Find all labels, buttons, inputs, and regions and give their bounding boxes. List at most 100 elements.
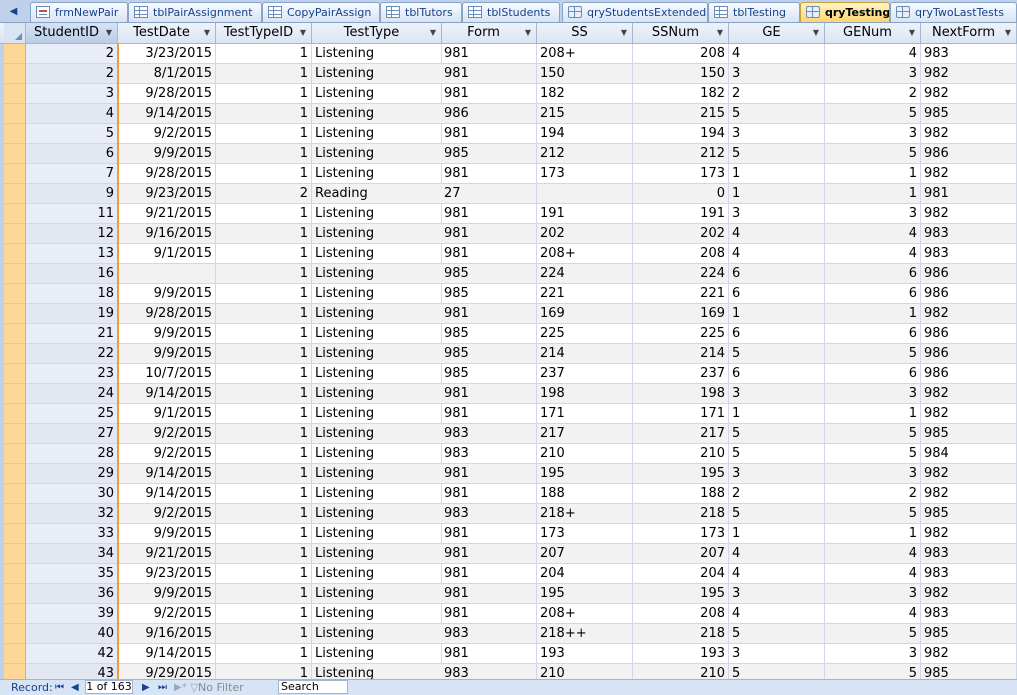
cell-ge[interactable]: 5 — [729, 424, 825, 444]
cell-studentid[interactable]: 35 — [26, 564, 118, 584]
cell-form[interactable]: 983 — [441, 664, 537, 679]
cell-nextform[interactable]: 982 — [921, 64, 1017, 84]
cell-ssnum[interactable]: 0 — [633, 184, 729, 204]
cell-studentid[interactable]: 42 — [26, 644, 118, 664]
cell-ssnum[interactable]: 207 — [633, 544, 729, 564]
cell-nextform[interactable]: 982 — [921, 84, 1017, 104]
column-header-ssnum[interactable]: SSNum ▼ — [633, 23, 729, 43]
cell-testtypeid[interactable]: 1 — [216, 464, 312, 484]
cell-testtype[interactable]: Listening — [312, 84, 442, 104]
cell-nextform[interactable]: 982 — [921, 404, 1017, 424]
cell-testtypeid[interactable]: 1 — [216, 424, 312, 444]
cell-studentid[interactable]: 11 — [26, 204, 118, 224]
cell-ge[interactable]: 3 — [729, 644, 825, 664]
table-row[interactable]: 30 9/14/2015 1 Listening 981 188 188 2 2 982 — [0, 484, 1017, 504]
cell-ge[interactable]: 4 — [729, 224, 825, 244]
cell-genum[interactable]: 1 — [825, 184, 921, 204]
cell-ssnum[interactable]: 194 — [633, 124, 729, 144]
cell-form[interactable]: 983 — [441, 444, 537, 464]
cell-testtype[interactable]: Listening — [312, 524, 442, 544]
cell-testtype[interactable]: Listening — [312, 304, 442, 324]
cell-ssnum[interactable]: 204 — [633, 564, 729, 584]
cell-ssnum[interactable]: 198 — [633, 384, 729, 404]
cell-studentid[interactable]: 39 — [26, 604, 118, 624]
cell-form[interactable]: 983 — [441, 504, 537, 524]
cell-ge[interactable]: 3 — [729, 64, 825, 84]
dropdown-arrow-icon[interactable]: ▼ — [204, 23, 210, 43]
cell-testtype[interactable]: Listening — [312, 624, 442, 644]
cell-testtypeid[interactable]: 1 — [216, 664, 312, 679]
cell-nextform[interactable]: 985 — [921, 104, 1017, 124]
cell-form[interactable]: 27 — [441, 184, 537, 204]
cell-nextform[interactable]: 985 — [921, 424, 1017, 444]
cell-ss[interactable]: 212 — [537, 144, 633, 164]
cell-ss[interactable]: 208+ — [537, 244, 633, 264]
table-row[interactable]: 34 9/21/2015 1 Listening 981 207 207 4 4 983 — [0, 544, 1017, 564]
cell-testtypeid[interactable]: 2 — [216, 184, 312, 204]
cell-testdate[interactable]: 9/23/2015 — [118, 184, 216, 204]
cell-nextform[interactable]: 982 — [921, 124, 1017, 144]
cell-testtype[interactable]: Listening — [312, 544, 442, 564]
tab-CopyPairAssign[interactable]: CopyPairAssign — [262, 2, 380, 22]
cell-genum[interactable]: 5 — [825, 504, 921, 524]
record-selector[interactable] — [4, 444, 26, 464]
cell-form[interactable]: 986 — [441, 104, 537, 124]
cell-form[interactable]: 981 — [441, 304, 537, 324]
cell-studentid[interactable]: 18 — [26, 284, 118, 304]
cell-ge[interactable]: 3 — [729, 384, 825, 404]
cell-testtype[interactable]: Listening — [312, 244, 442, 264]
cell-studentid[interactable]: 2 — [26, 44, 118, 64]
record-selector[interactable] — [4, 184, 26, 204]
cell-form[interactable]: 981 — [441, 604, 537, 624]
table-row[interactable]: 29 9/14/2015 1 Listening 981 195 195 3 3 982 — [0, 464, 1017, 484]
cell-ss[interactable]: 191 — [537, 204, 633, 224]
table-row[interactable]: 36 9/9/2015 1 Listening 981 195 195 3 3 982 — [0, 584, 1017, 604]
column-header-testtypeid[interactable]: TestTypeID ▼ — [216, 23, 312, 43]
cell-ss[interactable]: 194 — [537, 124, 633, 144]
cell-testtype[interactable]: Listening — [312, 44, 442, 64]
cell-ss[interactable]: 210 — [537, 444, 633, 464]
cell-ssnum[interactable]: 214 — [633, 344, 729, 364]
cell-ssnum[interactable]: 150 — [633, 64, 729, 84]
cell-testtypeid[interactable]: 1 — [216, 324, 312, 344]
dropdown-arrow-icon[interactable]: ▼ — [717, 23, 723, 43]
cell-testdate[interactable]: 9/2/2015 — [118, 424, 216, 444]
record-selector[interactable] — [4, 344, 26, 364]
cell-testtypeid[interactable]: 1 — [216, 624, 312, 644]
cell-form[interactable]: 981 — [441, 464, 537, 484]
table-row[interactable]: 23 10/7/2015 1 Listening 985 237 237 6 6 986 — [0, 364, 1017, 384]
record-selector[interactable] — [4, 284, 26, 304]
cell-nextform[interactable]: 982 — [921, 204, 1017, 224]
cell-testdate[interactable]: 9/2/2015 — [118, 124, 216, 144]
record-selector[interactable] — [4, 584, 26, 604]
cell-studentid[interactable]: 3 — [26, 84, 118, 104]
cell-testtypeid[interactable]: 1 — [216, 564, 312, 584]
cell-ssnum[interactable]: 221 — [633, 284, 729, 304]
cell-testtypeid[interactable]: 1 — [216, 544, 312, 564]
table-row[interactable]: 24 9/14/2015 1 Listening 981 198 198 3 3 982 — [0, 384, 1017, 404]
record-selector[interactable] — [4, 264, 26, 284]
cell-testtypeid[interactable]: 1 — [216, 444, 312, 464]
cell-testtypeid[interactable]: 1 — [216, 64, 312, 84]
cell-ge[interactable]: 3 — [729, 584, 825, 604]
cell-genum[interactable]: 5 — [825, 664, 921, 679]
cell-ss[interactable]: 237 — [537, 364, 633, 384]
cell-genum[interactable]: 4 — [825, 224, 921, 244]
record-selector[interactable] — [4, 244, 26, 264]
record-selector[interactable] — [4, 104, 26, 124]
cell-testdate[interactable]: 9/9/2015 — [118, 344, 216, 364]
cell-ssnum[interactable]: 225 — [633, 324, 729, 344]
cell-testtype[interactable]: Listening — [312, 424, 442, 444]
cell-ss[interactable]: 173 — [537, 164, 633, 184]
cell-testtype[interactable]: Listening — [312, 364, 442, 384]
cell-form[interactable]: 981 — [441, 64, 537, 84]
table-row[interactable]: 27 9/2/2015 1 Listening 983 217 217 5 5 985 — [0, 424, 1017, 444]
cell-ge[interactable]: 5 — [729, 344, 825, 364]
cell-form[interactable]: 981 — [441, 484, 537, 504]
cell-ss[interactable]: 218++ — [537, 624, 633, 644]
cell-ss[interactable]: 218+ — [537, 504, 633, 524]
column-header-ge[interactable]: GE ▼ — [729, 23, 825, 43]
table-row[interactable]: 25 9/1/2015 1 Listening 981 171 171 1 1 982 — [0, 404, 1017, 424]
cell-genum[interactable]: 3 — [825, 464, 921, 484]
cell-nextform[interactable]: 982 — [921, 524, 1017, 544]
